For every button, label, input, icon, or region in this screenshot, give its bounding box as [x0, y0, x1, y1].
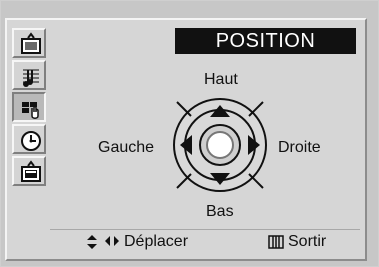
exit-label[interactable]: Sortir: [288, 233, 326, 251]
down-label: Bas: [206, 203, 234, 220]
clock-icon: [21, 131, 41, 151]
leftright-arrow-icon: [104, 234, 120, 253]
sidebar-item-setup[interactable]: [12, 92, 46, 122]
right-label: Droite: [278, 139, 321, 156]
up-label: Haut: [204, 71, 238, 88]
channel-list-icon: [21, 160, 41, 182]
menu-icon: [268, 235, 284, 254]
direction-pad[interactable]: [165, 90, 275, 200]
tv-picture-icon: [21, 32, 41, 54]
left-label: Gauche: [98, 139, 155, 156]
sidebar-item-channel[interactable]: [12, 156, 46, 186]
music-note-icon: [23, 69, 39, 87]
move-label: Déplacer: [124, 233, 189, 250]
hand-select-icon: [22, 102, 39, 119]
sidebar-item-sound[interactable]: [12, 60, 46, 90]
sidebar-item-picture[interactable]: [12, 28, 46, 58]
footer-bar: Déplacer Sortir: [50, 229, 360, 254]
page-title: POSITION: [175, 28, 356, 54]
updown-arrow-icon: [86, 234, 98, 255]
sidebar-item-time[interactable]: [12, 124, 46, 154]
